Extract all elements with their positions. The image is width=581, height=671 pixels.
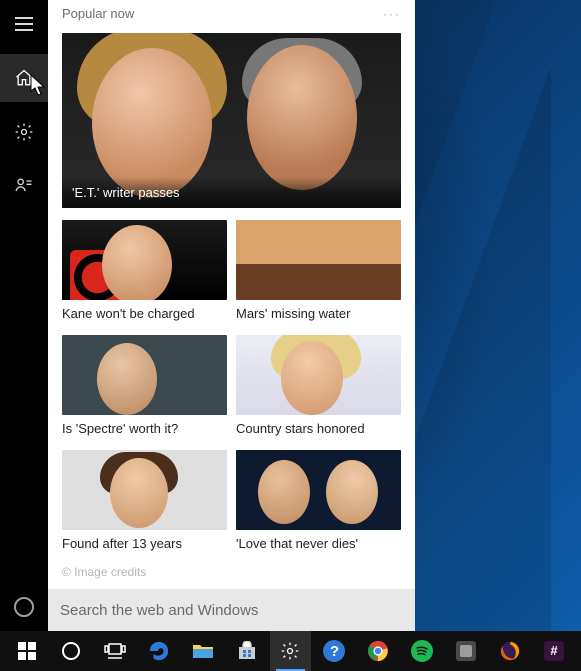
story-thumb [236,220,401,300]
store-icon[interactable] [226,631,268,671]
more-options-icon[interactable]: ··· [383,7,401,21]
spotify-icon[interactable] [401,631,443,671]
svg-text:#: # [550,643,558,658]
story-thumb [62,220,227,300]
search-input[interactable] [60,602,403,619]
app-gray-icon[interactable] [445,631,487,671]
settings-icon[interactable] [0,108,48,156]
home-icon[interactable] [0,54,48,102]
help-icon[interactable]: ? [313,631,355,671]
slack-icon[interactable]: # [533,631,575,671]
chrome-icon[interactable] [357,631,399,671]
cortana-panel: Popular now ··· 'E.T.' writer passes Kan… [0,0,415,631]
story-card[interactable]: 'Love that never dies' [236,450,401,561]
section-title: Popular now [62,6,134,21]
taskview-icon[interactable] [94,631,136,671]
story-thumb [236,450,401,530]
image-credits-link[interactable]: © Image credits [62,565,401,579]
story-card[interactable]: Is 'Spectre' worth it? [62,335,227,446]
firefox-icon[interactable] [489,631,531,671]
story-thumb [62,450,227,530]
story-card[interactable]: Kane won't be charged [62,220,227,331]
taskbar: ? # [0,631,581,671]
story-caption: Mars' missing water [236,306,401,321]
story-caption: Country stars honored [236,421,401,436]
story-thumb [62,335,227,415]
story-caption: Kane won't be charged [62,306,227,321]
edge-icon[interactable] [138,631,180,671]
cortana-ring-icon[interactable] [0,583,48,631]
hero-story[interactable]: 'E.T.' writer passes [62,33,401,208]
cortana-content: Popular now ··· 'E.T.' writer passes Kan… [48,0,415,631]
hero-caption: 'E.T.' writer passes [62,177,401,208]
story-caption: 'Love that never dies' [236,536,401,551]
cortana-taskbar-icon[interactable] [50,631,92,671]
story-grid: Kane won't be charged Mars' missing wate… [62,220,401,561]
feedback-icon[interactable] [0,162,48,210]
settings-taskbar-icon[interactable] [270,631,312,671]
search-bar[interactable] [48,589,415,631]
story-card[interactable]: Found after 13 years [62,450,227,561]
story-thumb [236,335,401,415]
file-explorer-icon[interactable] [182,631,224,671]
story-caption: Is 'Spectre' worth it? [62,421,227,436]
hamburger-menu-icon[interactable] [0,0,48,48]
start-button[interactable] [6,631,48,671]
cortana-rail [0,0,48,631]
story-caption: Found after 13 years [62,536,227,551]
story-card[interactable]: Country stars honored [236,335,401,446]
story-card[interactable]: Mars' missing water [236,220,401,331]
